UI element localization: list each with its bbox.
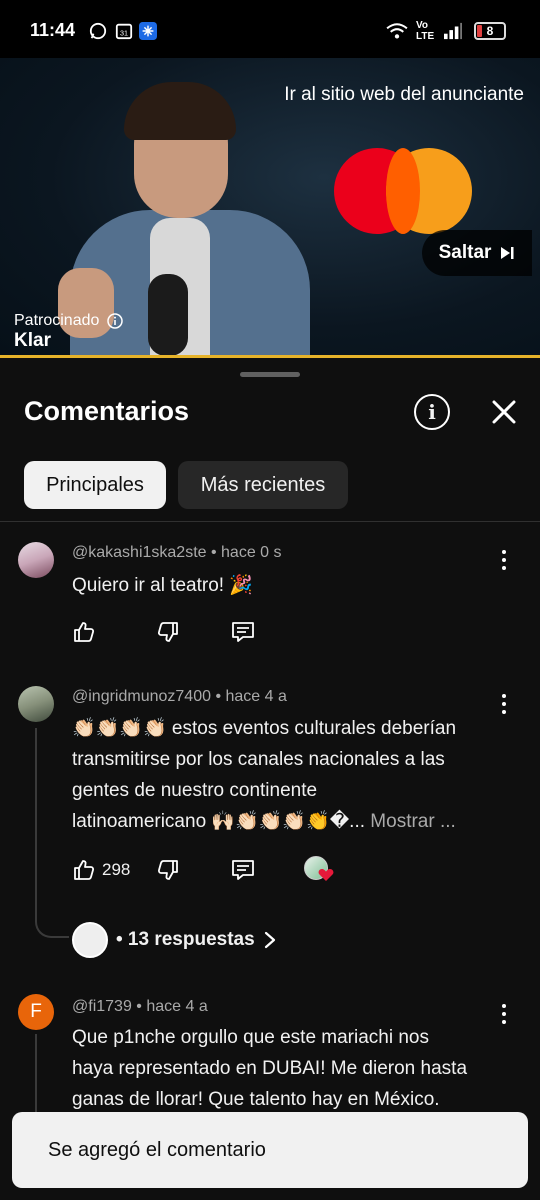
- comment-text: Que p1nche orgullo que este mariachi nos…: [72, 1022, 502, 1115]
- battery-level: 8: [486, 24, 494, 38]
- meta-separator: •: [136, 998, 147, 1015]
- chip-principales[interactable]: Principales: [24, 461, 166, 509]
- comment-line: transmitirse por los canales nacionales …: [72, 749, 445, 770]
- advertiser-brand: Klar: [14, 330, 51, 351]
- sponsored-label: Patrocinado: [14, 312, 124, 330]
- comment-line: haya representado en DUBAI! Me dieron ha…: [72, 1058, 468, 1079]
- dislike-button[interactable]: [156, 858, 180, 882]
- reply-button[interactable]: [230, 858, 256, 882]
- more-vert-icon[interactable]: [494, 1000, 514, 1028]
- comment-meta: @ingridmunoz7400 • hace 4 a: [72, 688, 287, 706]
- status-bar: 11:44 31 Vo LTE 8: [0, 0, 540, 58]
- comment-time: hace 4 a: [146, 998, 208, 1015]
- comment-line: gentes de nuestro continente: [72, 780, 318, 801]
- close-icon[interactable]: [486, 394, 522, 430]
- comments-panel: Comentarios i Principales Más recientes …: [0, 358, 540, 1200]
- skip-label: Saltar: [438, 242, 492, 263]
- creator-heart-badge: [304, 856, 334, 886]
- comment-author[interactable]: @fi1739: [72, 998, 132, 1015]
- dislike-button[interactable]: [156, 620, 180, 644]
- comment-author[interactable]: @kakashi1ska2ste: [72, 544, 207, 561]
- reply-avatar: [72, 922, 108, 958]
- comment-item: @ingridmunoz7400 • hace 4 a 👏🏻👏🏻👏🏻👏🏻 est…: [0, 684, 540, 924]
- toast-snackbar: Se agregó el comentario: [12, 1112, 528, 1188]
- avatar[interactable]: [18, 686, 54, 722]
- like-button[interactable]: 298: [72, 858, 130, 882]
- chip-mas-recientes[interactable]: Más recientes: [178, 461, 348, 509]
- signal-icon: [444, 22, 462, 40]
- replies-count: • 13 respuestas: [116, 929, 255, 950]
- microphone: [148, 274, 188, 356]
- ad-video[interactable]: Ir al sitio web del anunciante Saltar Pa…: [0, 58, 540, 356]
- network-label: Vo LTE: [416, 20, 435, 42]
- info-icon[interactable]: i: [414, 394, 450, 430]
- toast-message: Se agregó el comentario: [48, 1138, 266, 1161]
- comment-time: hace 4 a: [225, 688, 287, 705]
- comment-text: 👏🏻👏🏻👏🏻👏🏻 estos eventos culturales deberí…: [72, 713, 502, 837]
- comment-line-text: latinoamericano 🙌🏻👏🏻👏🏻👏🏻👏�...: [72, 811, 366, 832]
- calendar-icon: 31: [115, 23, 133, 40]
- reply-button[interactable]: [230, 620, 256, 644]
- dislike-icon: [157, 622, 178, 642]
- wifi-icon: [386, 23, 408, 39]
- svg-text:31: 31: [120, 29, 128, 38]
- comment-line: ganas de llorar! Que talento hay en Méxi…: [72, 1089, 440, 1110]
- meta-separator: •: [210, 544, 222, 561]
- status-time: 11:44: [30, 20, 76, 40]
- show-more-link[interactable]: Mostrar ...: [370, 811, 456, 832]
- comment-meta: @kakashi1ska2ste • hace 0 s: [72, 544, 282, 562]
- advertiser-link[interactable]: Ir al sitio web del anunciante: [284, 84, 524, 106]
- avatar[interactable]: [18, 542, 54, 578]
- comment-item: F @fi1739 • hace 4 a Que p1nche orgullo …: [0, 992, 540, 1112]
- like-icon: [74, 860, 95, 880]
- whatsapp-icon: [89, 22, 107, 40]
- comment-author[interactable]: @ingridmunoz7400: [72, 688, 211, 705]
- more-vert-icon[interactable]: [494, 690, 514, 718]
- snowflake-icon: [139, 22, 157, 40]
- ad-info-icon[interactable]: [107, 313, 124, 329]
- battery-indicator: 8: [474, 22, 506, 40]
- chevron-right-icon: [264, 931, 275, 949]
- more-vert-icon[interactable]: [494, 546, 514, 574]
- comment-line: latinoamericano 🙌🏻👏🏻👏🏻👏🏻👏�... Mostrar ..…: [72, 806, 502, 837]
- drag-handle[interactable]: [240, 372, 300, 377]
- meta-separator: •: [215, 688, 226, 705]
- reply-icon: [232, 860, 254, 880]
- presenter-hair: [124, 82, 236, 140]
- skip-ad-button[interactable]: Saltar: [422, 230, 532, 276]
- panel-title: Comentarios: [24, 396, 190, 426]
- avatar[interactable]: F: [18, 994, 54, 1030]
- heart-icon: [318, 869, 334, 881]
- divider: [0, 521, 540, 522]
- like-button[interactable]: [72, 620, 96, 644]
- comment-line: 👏🏻👏🏻👏🏻👏🏻 estos eventos culturales deberí…: [72, 718, 457, 739]
- dislike-icon: [157, 860, 178, 880]
- thread-curve: [35, 916, 69, 938]
- comment-meta: @fi1739 • hace 4 a: [72, 998, 208, 1016]
- like-icon: [74, 622, 95, 642]
- comment-item: @kakashi1ska2ste • hace 0 s Quiero ir al…: [0, 540, 540, 650]
- like-count: 298: [102, 860, 131, 879]
- replies-button[interactable]: • 13 respuestas: [72, 922, 277, 958]
- comment-line: Que p1nche orgullo que este mariachi nos: [72, 1027, 430, 1048]
- reply-icon: [232, 622, 254, 642]
- sponsored-text: Patrocinado: [14, 312, 100, 329]
- comment-text: Quiero ir al teatro! 🎉: [72, 575, 254, 596]
- skip-icon: [501, 247, 514, 259]
- comment-time: hace 0 s: [221, 544, 282, 561]
- mastercard-logo-overlap: [386, 148, 420, 234]
